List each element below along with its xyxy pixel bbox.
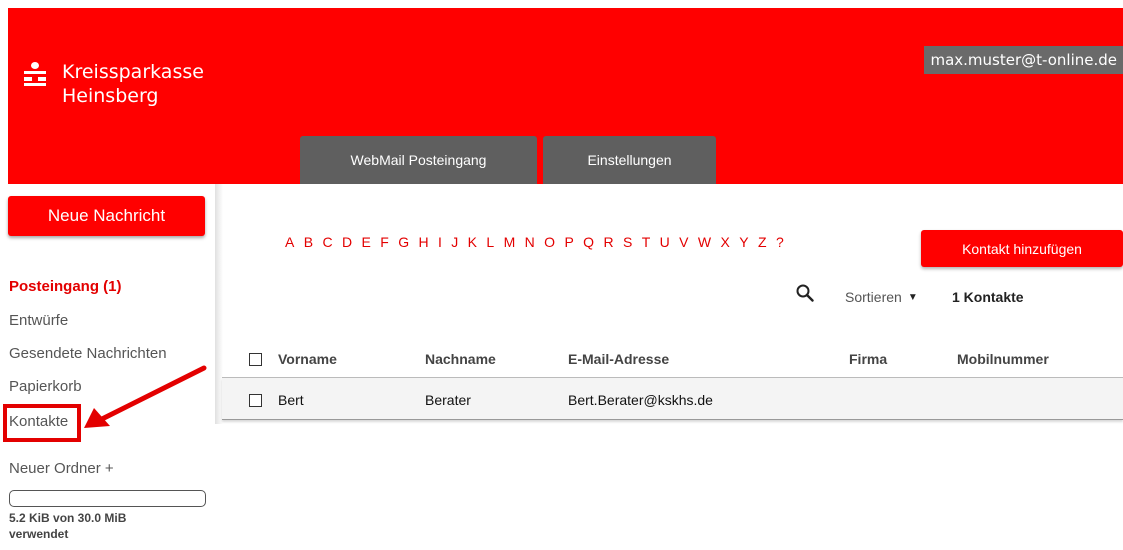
alphabet-letter-b[interactable]: B xyxy=(304,234,313,250)
account-menu[interactable]: max.muster@t-online.de xyxy=(924,46,1123,74)
cell-last-name: Berater xyxy=(425,392,471,408)
alphabet-letter-p[interactable]: P xyxy=(564,234,573,250)
alphabet-letter-m[interactable]: M xyxy=(504,234,516,250)
brand-line-1: Kreissparkasse xyxy=(62,61,204,83)
quota-text: 5.2 KiB von 30.0 MiB verwendet xyxy=(9,511,127,541)
contact-count: 1 Kontakte xyxy=(952,289,1024,305)
table-row[interactable]: Bert Berater Bert.Berater@kskhs.de xyxy=(222,378,1123,420)
alphabet-letter-w[interactable]: W xyxy=(698,234,711,250)
alphabet-letter-q[interactable]: Q xyxy=(583,234,594,250)
cell-email: Bert.Berater@kskhs.de xyxy=(568,392,713,408)
alphabet-letter-h[interactable]: H xyxy=(418,234,428,250)
column-header-mobile[interactable]: Mobilnummer xyxy=(957,351,1049,367)
alphabet-letter-d[interactable]: D xyxy=(342,234,352,250)
alphabet-letter-o[interactable]: O xyxy=(544,234,555,250)
alphabet-letter-l[interactable]: L xyxy=(486,234,494,250)
alphabet-letter-n[interactable]: N xyxy=(525,234,535,250)
column-header-last-name[interactable]: Nachname xyxy=(425,351,496,367)
alphabet-letter-c[interactable]: C xyxy=(322,234,332,250)
tab-webmail-inbox[interactable]: WebMail Posteingang xyxy=(300,136,537,184)
alphabet-letter-j[interactable]: J xyxy=(451,234,458,250)
alphabet-letter-f[interactable]: F xyxy=(380,234,389,250)
alphabet-letter-g[interactable]: G xyxy=(398,234,409,250)
add-contact-button[interactable]: Kontakt hinzufügen xyxy=(921,230,1123,267)
column-header-company[interactable]: Firma xyxy=(849,351,887,367)
sidebar-item-drafts[interactable]: Entwürfe xyxy=(9,312,68,329)
alphabet-letter-t[interactable]: T xyxy=(642,234,651,250)
select-all-checkbox[interactable] xyxy=(249,353,262,366)
caret-down-icon: ▼ xyxy=(907,291,918,303)
alphabet-letter-u[interactable]: U xyxy=(660,234,670,250)
alphabet-filter: A B C D E F G H I J K L M N O P Q R S T U V W X Y Z? xyxy=(285,234,793,250)
cell-first-name: Bert xyxy=(278,392,304,408)
contacts-table: Vorname Nachname E-Mail-Adresse Firma Mo… xyxy=(222,340,1123,420)
sidebar-item-inbox[interactable]: Posteingang (1) xyxy=(9,278,122,295)
search-icon[interactable] xyxy=(796,284,814,302)
sidebar-item-sent[interactable]: Gesendete Nachrichten xyxy=(9,345,167,362)
new-folder-link[interactable]: Neuer Ordner + xyxy=(9,460,114,477)
sort-label: Sortieren xyxy=(845,289,902,305)
arrow-icon xyxy=(84,365,207,428)
alphabet-letter-a[interactable]: A xyxy=(285,234,294,250)
app-header: Kreissparkasse Heinsberg max.muster@t-on… xyxy=(8,8,1123,184)
alphabet-letter-i[interactable]: I xyxy=(438,234,442,250)
alphabet-letter-r[interactable]: R xyxy=(603,234,613,250)
sidebar: Neue Nachricht Posteingang (1) Entwürfe … xyxy=(0,184,215,550)
table-header-row: Vorname Nachname E-Mail-Adresse Firma Mo… xyxy=(222,340,1123,378)
new-message-button[interactable]: Neue Nachricht xyxy=(8,196,205,236)
alphabet-letter-s[interactable]: S xyxy=(623,234,632,250)
alphabet-letter-y[interactable]: Y xyxy=(739,234,748,250)
sidebar-item-contacts[interactable]: Kontakte xyxy=(9,413,68,430)
sparkasse-s-icon xyxy=(24,62,46,86)
alphabet-letter-x[interactable]: X xyxy=(721,234,730,250)
alphabet-letter-k[interactable]: K xyxy=(468,234,477,250)
alphabet-letter-v[interactable]: V xyxy=(679,234,688,250)
brand-name: Kreissparkasse Heinsberg xyxy=(62,60,204,108)
brand-logo[interactable]: Kreissparkasse Heinsberg xyxy=(24,60,204,108)
column-header-first-name[interactable]: Vorname xyxy=(278,351,337,367)
sort-dropdown[interactable]: Sortieren ▼ xyxy=(845,289,918,305)
alphabet-letter-z[interactable]: Z xyxy=(758,234,767,250)
sidebar-item-trash[interactable]: Papierkorb xyxy=(9,378,82,395)
alphabet-letter-other[interactable]: ? xyxy=(776,234,784,250)
alphabet-letter-e[interactable]: E xyxy=(362,234,371,250)
tab-settings[interactable]: Einstellungen xyxy=(543,136,716,184)
column-header-email[interactable]: E-Mail-Adresse xyxy=(568,351,669,367)
brand-line-2: Heinsberg xyxy=(62,85,159,107)
row-checkbox[interactable] xyxy=(249,394,262,407)
quota-bar xyxy=(9,490,206,507)
